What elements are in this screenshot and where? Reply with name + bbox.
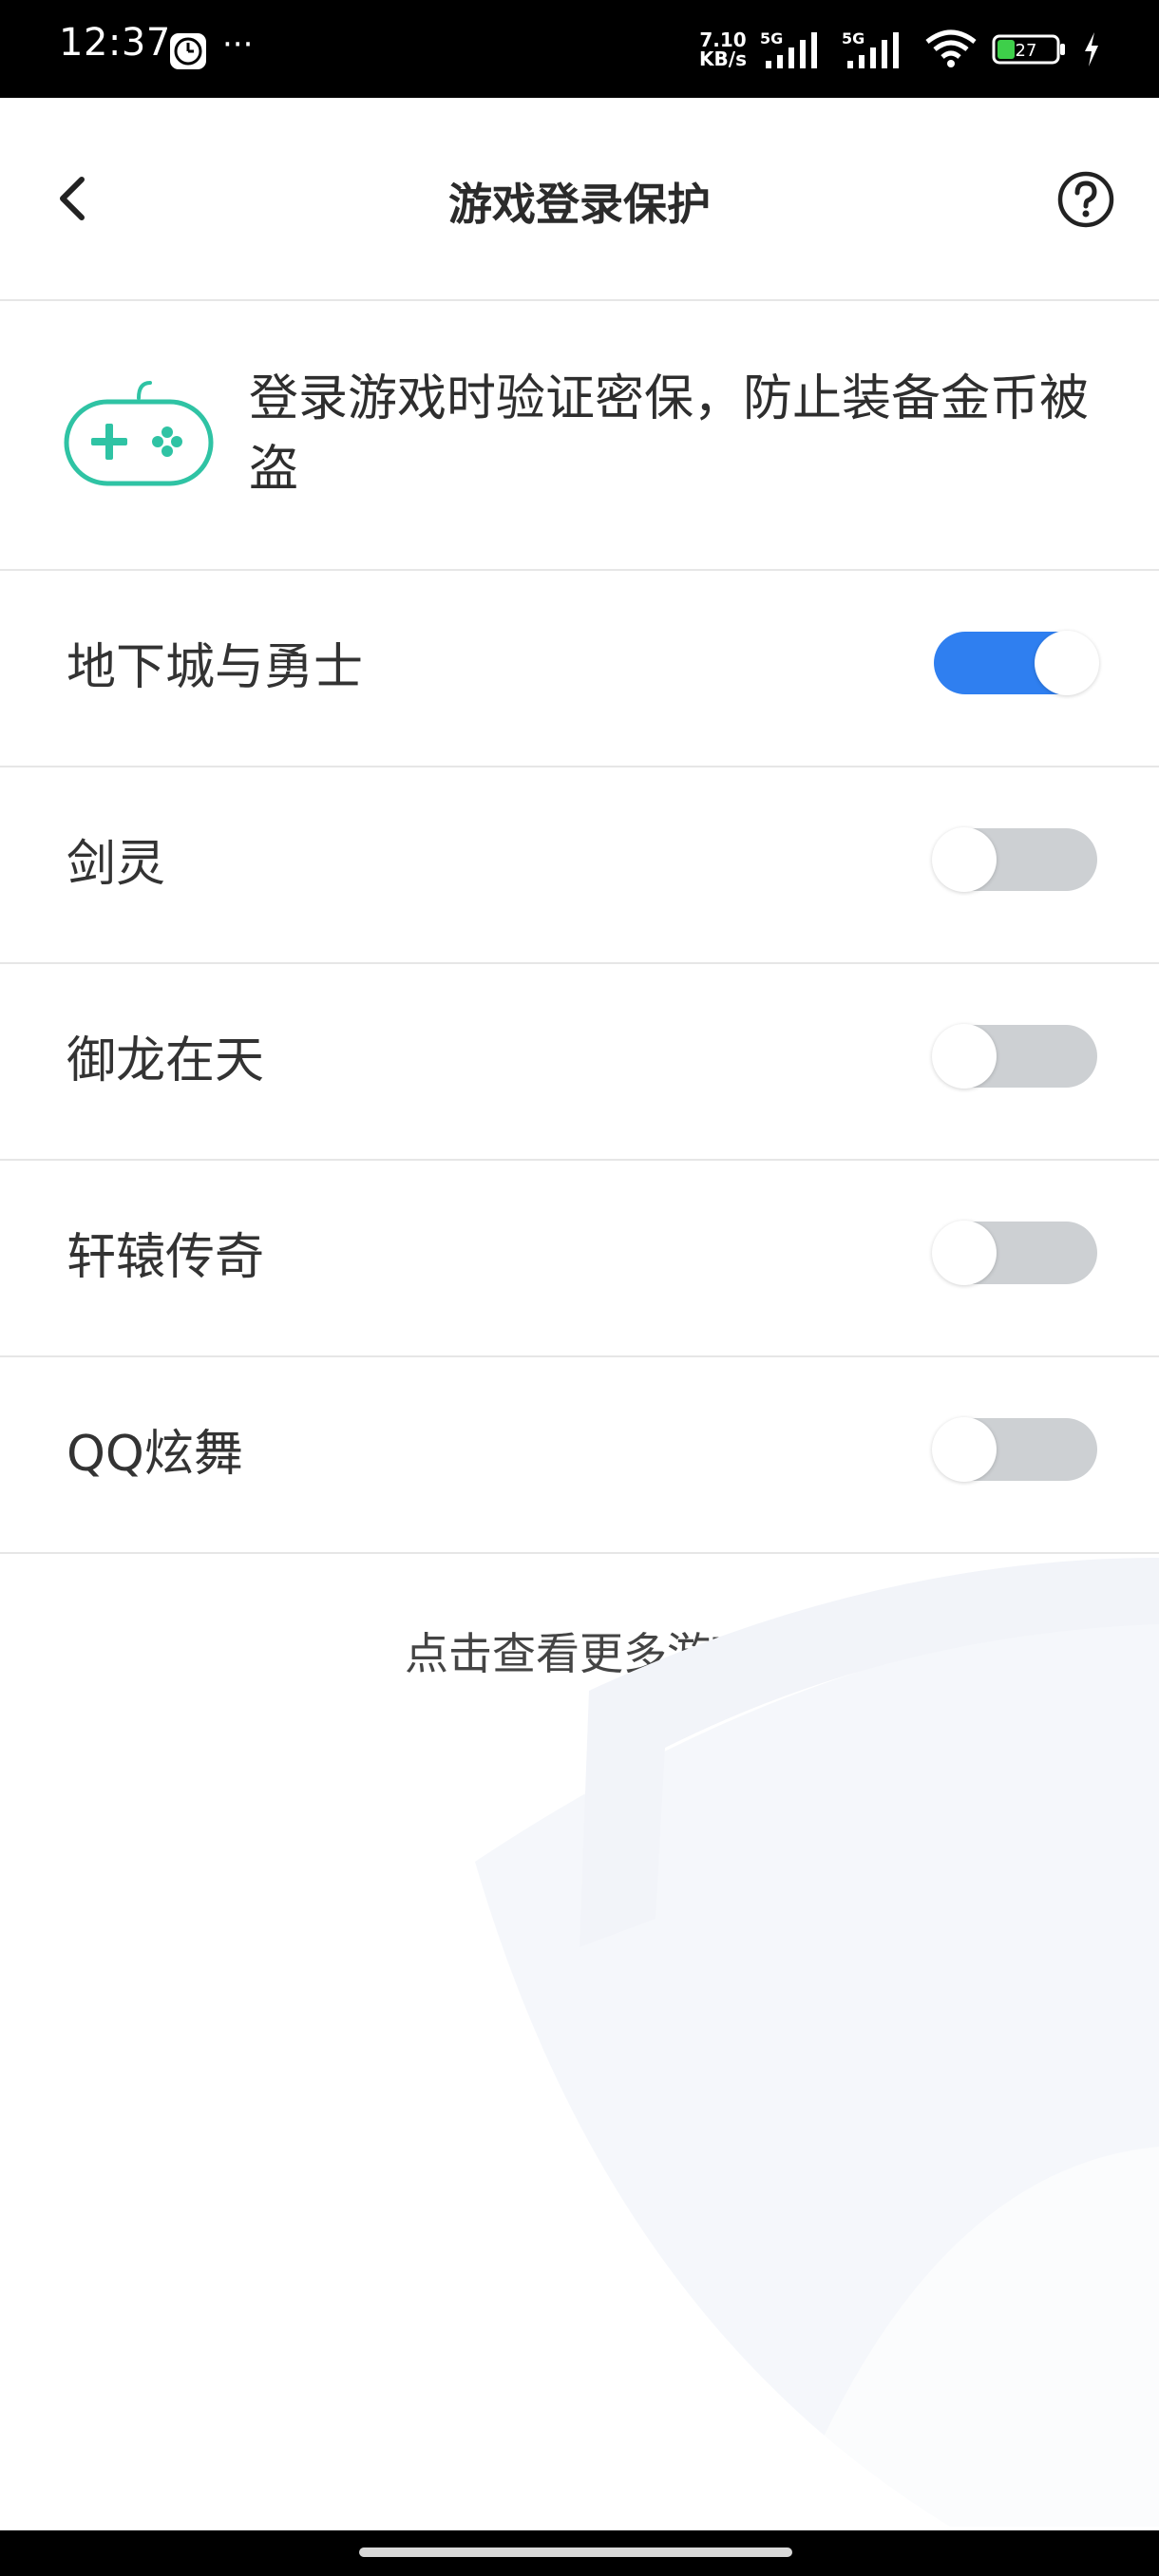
gesture-area [0,2530,1159,2576]
game-toggle[interactable] [932,1221,1097,1285]
clock-app-icon [170,33,206,69]
signal2-label: 5G [842,29,864,47]
page-title: 游戏登录保护 [448,179,711,230]
status-bar: 12:37 ··· 7.10 KB/s 5G 5G 27 [0,0,1159,98]
game-name: 剑灵 [66,836,166,893]
game-row: 轩辕传奇 [0,1161,1159,1357]
game-toggle[interactable] [932,827,1097,892]
wifi-icon [925,29,977,67]
battery-level: 27 [1016,41,1037,61]
game-name: 地下城与勇士 [66,639,364,696]
gamepad-icon [64,381,214,486]
charging-icon [1085,32,1098,66]
toggle-knob [932,1417,997,1482]
game-toggle[interactable] [932,1417,1097,1482]
game-row: 剑灵 [0,767,1159,964]
network-speed: 7.10 KB/s [699,30,747,68]
network-speed-value: 7.10 [699,28,747,51]
signal1-label: 5G [760,29,783,47]
signal-5g-icon-2: 5G [842,29,899,68]
nav-bar: 游戏登录保护 [0,98,1159,301]
game-name: 御龙在天 [66,1032,265,1089]
toggle-knob [932,827,997,892]
game-row: 地下城与勇士 [0,571,1159,767]
game-name: QQ炫舞 [66,1426,243,1483]
status-right-group: 7.10 KB/s 5G 5G 27 [699,25,1102,74]
more-notifications-icon: ··· [222,26,254,64]
home-gesture-handle[interactable] [359,2548,792,2557]
battery-icon: 27 [992,34,1065,65]
intro-section: 登录游戏时验证密保，防止装备金币被盗 [0,301,1159,571]
help-icon[interactable] [1056,170,1115,229]
network-speed-unit: KB/s [699,47,747,70]
intro-description: 登录游戏时验证密保，防止装备金币被盗 [249,370,1090,498]
signal-5g-icon: 5G [760,29,817,68]
status-time: 12:37 [59,21,171,65]
toggle-knob [1035,631,1099,695]
game-toggle[interactable] [932,1024,1097,1089]
game-toggle[interactable] [934,631,1099,695]
shield-watermark-icon [475,1558,1159,2527]
toggle-knob [932,1221,997,1285]
toggle-knob [932,1024,997,1089]
game-row: 御龙在天 [0,964,1159,1161]
game-name: 轩辕传奇 [66,1229,265,1286]
game-list: 地下城与勇士 剑灵 御龙在天 轩辕传奇 QQ炫舞 [0,571,1159,1554]
